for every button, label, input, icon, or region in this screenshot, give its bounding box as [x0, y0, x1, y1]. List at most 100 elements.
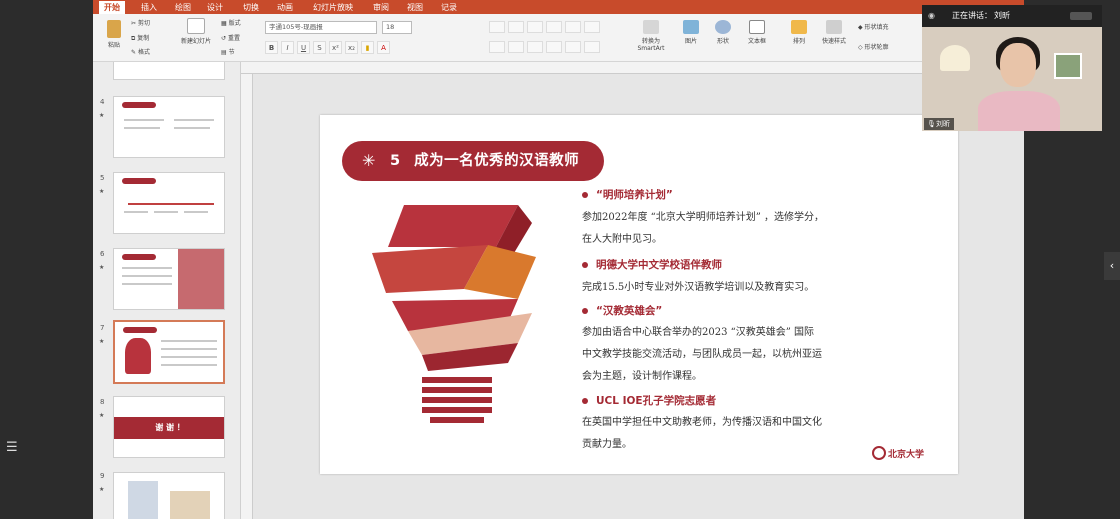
current-slide[interactable]: ✳ 5 成为一名优秀的汉语教师 “明师培养计划” 参加2022年度 “北京大学明… [320, 115, 958, 474]
title-number: 5 [390, 153, 401, 169]
animation-star-icon: ★ [99, 486, 105, 493]
speaking-label: 正在讲话： [952, 11, 992, 20]
bullet-text: 参加由语合中心联合举办的2023 “汉教英雄会” 国际 中文教学技能交流活动，与… [582, 327, 822, 382]
highlight-icon[interactable]: ▮ [361, 41, 374, 54]
italic-button[interactable]: I [281, 41, 294, 54]
slide-thumbnail[interactable] [113, 248, 225, 310]
font-size-select[interactable]: 18 [382, 21, 412, 34]
slide-thumbnail[interactable] [113, 172, 225, 234]
font-name-select[interactable]: 字通105号-现画报 [265, 21, 377, 34]
textbox-button[interactable]: 文本框 [742, 20, 772, 45]
superscript-button[interactable]: x² [329, 41, 342, 54]
thumbnail-line [174, 127, 210, 129]
bullet-text: 在英国中学担任中文助教老师，为传播汉语和中国文化 贡献力量。 [582, 417, 822, 450]
tab-animations[interactable]: 动画 [277, 1, 293, 14]
tab-review[interactable]: 审阅 [373, 1, 389, 14]
increase-indent-icon[interactable] [546, 21, 562, 33]
tab-design[interactable]: 设计 [207, 1, 223, 14]
columns-icon[interactable] [584, 21, 600, 33]
underline-button[interactable]: U [297, 41, 310, 54]
quick-styles-icon [826, 20, 842, 34]
tab-slideshow[interactable]: 幻灯片放映 [313, 1, 353, 14]
paste-button[interactable]: 粘贴 [103, 20, 125, 49]
text-direction-icon[interactable] [584, 41, 600, 53]
bold-button[interactable]: B [265, 41, 278, 54]
thumbnail-line [174, 119, 214, 121]
shape-icon [715, 20, 731, 34]
smartart-button[interactable]: 转换为SmartArt [634, 20, 668, 52]
slide-thumbnail-pane: 4 ★ 5 ★ 6 ★ 7 ★ 8 ★ 谢 谢 ！ 9 ★ [93, 62, 241, 519]
tab-record[interactable]: 记录 [441, 1, 457, 14]
shape-fill-button[interactable]: ◆ 形状填充 [858, 22, 908, 31]
cut-button[interactable]: ✂ 剪切 [131, 18, 171, 27]
align-left-icon[interactable] [489, 41, 505, 53]
quick-styles-button[interactable]: 快速样式 [818, 20, 850, 45]
bullets-icon[interactable] [489, 21, 505, 33]
shape-outline-button[interactable]: ◇ 形状轮廓 [858, 42, 908, 51]
animation-star-icon: ★ [99, 412, 105, 419]
sparkle-icon: ✳ [362, 151, 376, 170]
thumbnail-image [178, 249, 224, 309]
align-right-icon[interactable] [527, 41, 543, 53]
thumbnail-header [122, 102, 156, 108]
thumbnail-line [161, 340, 217, 342]
tab-insert[interactable]: 插入 [141, 1, 157, 14]
picture-button[interactable]: 图片 [678, 20, 704, 45]
thumbnail-line [122, 267, 172, 269]
mic-icon: 🎙 [927, 120, 936, 128]
drag-handle-icon[interactable] [1070, 12, 1092, 20]
distribute-icon[interactable] [565, 41, 581, 53]
thumbnail-number: 5 [100, 174, 105, 182]
justify-icon[interactable] [546, 41, 562, 53]
layout-button[interactable]: ▦ 版式 [221, 18, 257, 27]
new-slide-icon [187, 18, 205, 34]
university-seal-icon [872, 446, 886, 460]
slide-thumbnail[interactable]: 谢 谢 ！ [113, 396, 225, 458]
tab-home[interactable]: 开始 [99, 1, 125, 14]
strikethrough-button[interactable]: S [313, 41, 326, 54]
paragraph-row-2 [489, 41, 600, 53]
thumbnail-line [154, 211, 178, 213]
tab-transitions[interactable]: 切换 [243, 1, 259, 14]
shape-button[interactable]: 形状 [710, 20, 736, 45]
thumbnail-line [161, 356, 217, 358]
copy-button[interactable]: ⧉ 复制 [131, 33, 171, 43]
font-color-icon[interactable]: A [377, 41, 390, 54]
tab-draw[interactable]: 绘图 [175, 1, 191, 14]
format-painter-button[interactable]: ✎ 格式 [131, 47, 171, 56]
thumbnail-line [161, 364, 217, 366]
slide-thumbnail-selected[interactable] [113, 320, 225, 384]
new-slide-button[interactable]: 新建幻灯片 [181, 18, 211, 45]
decrease-indent-icon[interactable] [527, 21, 543, 33]
video-header: ◉ 正在讲话： 刘昕 [922, 5, 1102, 27]
thumbnail-line [124, 127, 160, 129]
tab-view[interactable]: 视图 [407, 1, 423, 14]
arrange-icon [791, 20, 807, 34]
person-face [1000, 43, 1036, 87]
slide-thumbnail[interactable] [113, 96, 225, 158]
line-spacing-icon[interactable] [565, 21, 581, 33]
vertical-ruler[interactable] [241, 74, 253, 519]
numbering-icon[interactable] [508, 21, 524, 33]
textbox-icon [749, 20, 765, 34]
bullet-heading: UCL IOE孔子学院志愿者 [582, 393, 716, 408]
section-button[interactable]: ▤ 节 [221, 47, 257, 56]
thumbnail-line [184, 211, 208, 213]
list-icon[interactable]: ☰ [6, 440, 22, 455]
arrange-button[interactable]: 排列 [786, 20, 812, 45]
thumbnail-number: 8 [100, 398, 105, 406]
lightbulb-illustration [372, 205, 536, 423]
slide-thumbnail[interactable] [113, 62, 225, 80]
ribbon-toolbar: 粘贴 ✂ 剪切 ⧉ 复制 ✎ 格式 新建幻灯片 ▦ 版式 ↺ 重置 ▤ 节 字通… [93, 14, 1024, 62]
collapse-panel-chevron-icon[interactable]: ‹ [1104, 252, 1120, 280]
video-participant-tile[interactable]: ◉ 正在讲话： 刘昕 🎙 刘昕 [922, 5, 1102, 131]
thumbnail-line [124, 119, 164, 121]
reset-button[interactable]: ↺ 重置 [221, 33, 257, 42]
smartart-icon [643, 20, 659, 34]
slide-thumbnail[interactable] [113, 472, 225, 519]
subscript-button[interactable]: x₂ [345, 41, 358, 54]
align-center-icon[interactable] [508, 41, 524, 53]
horizontal-ruler[interactable] [241, 62, 1024, 74]
person-body [978, 91, 1060, 131]
thumbnail-line [122, 275, 172, 277]
